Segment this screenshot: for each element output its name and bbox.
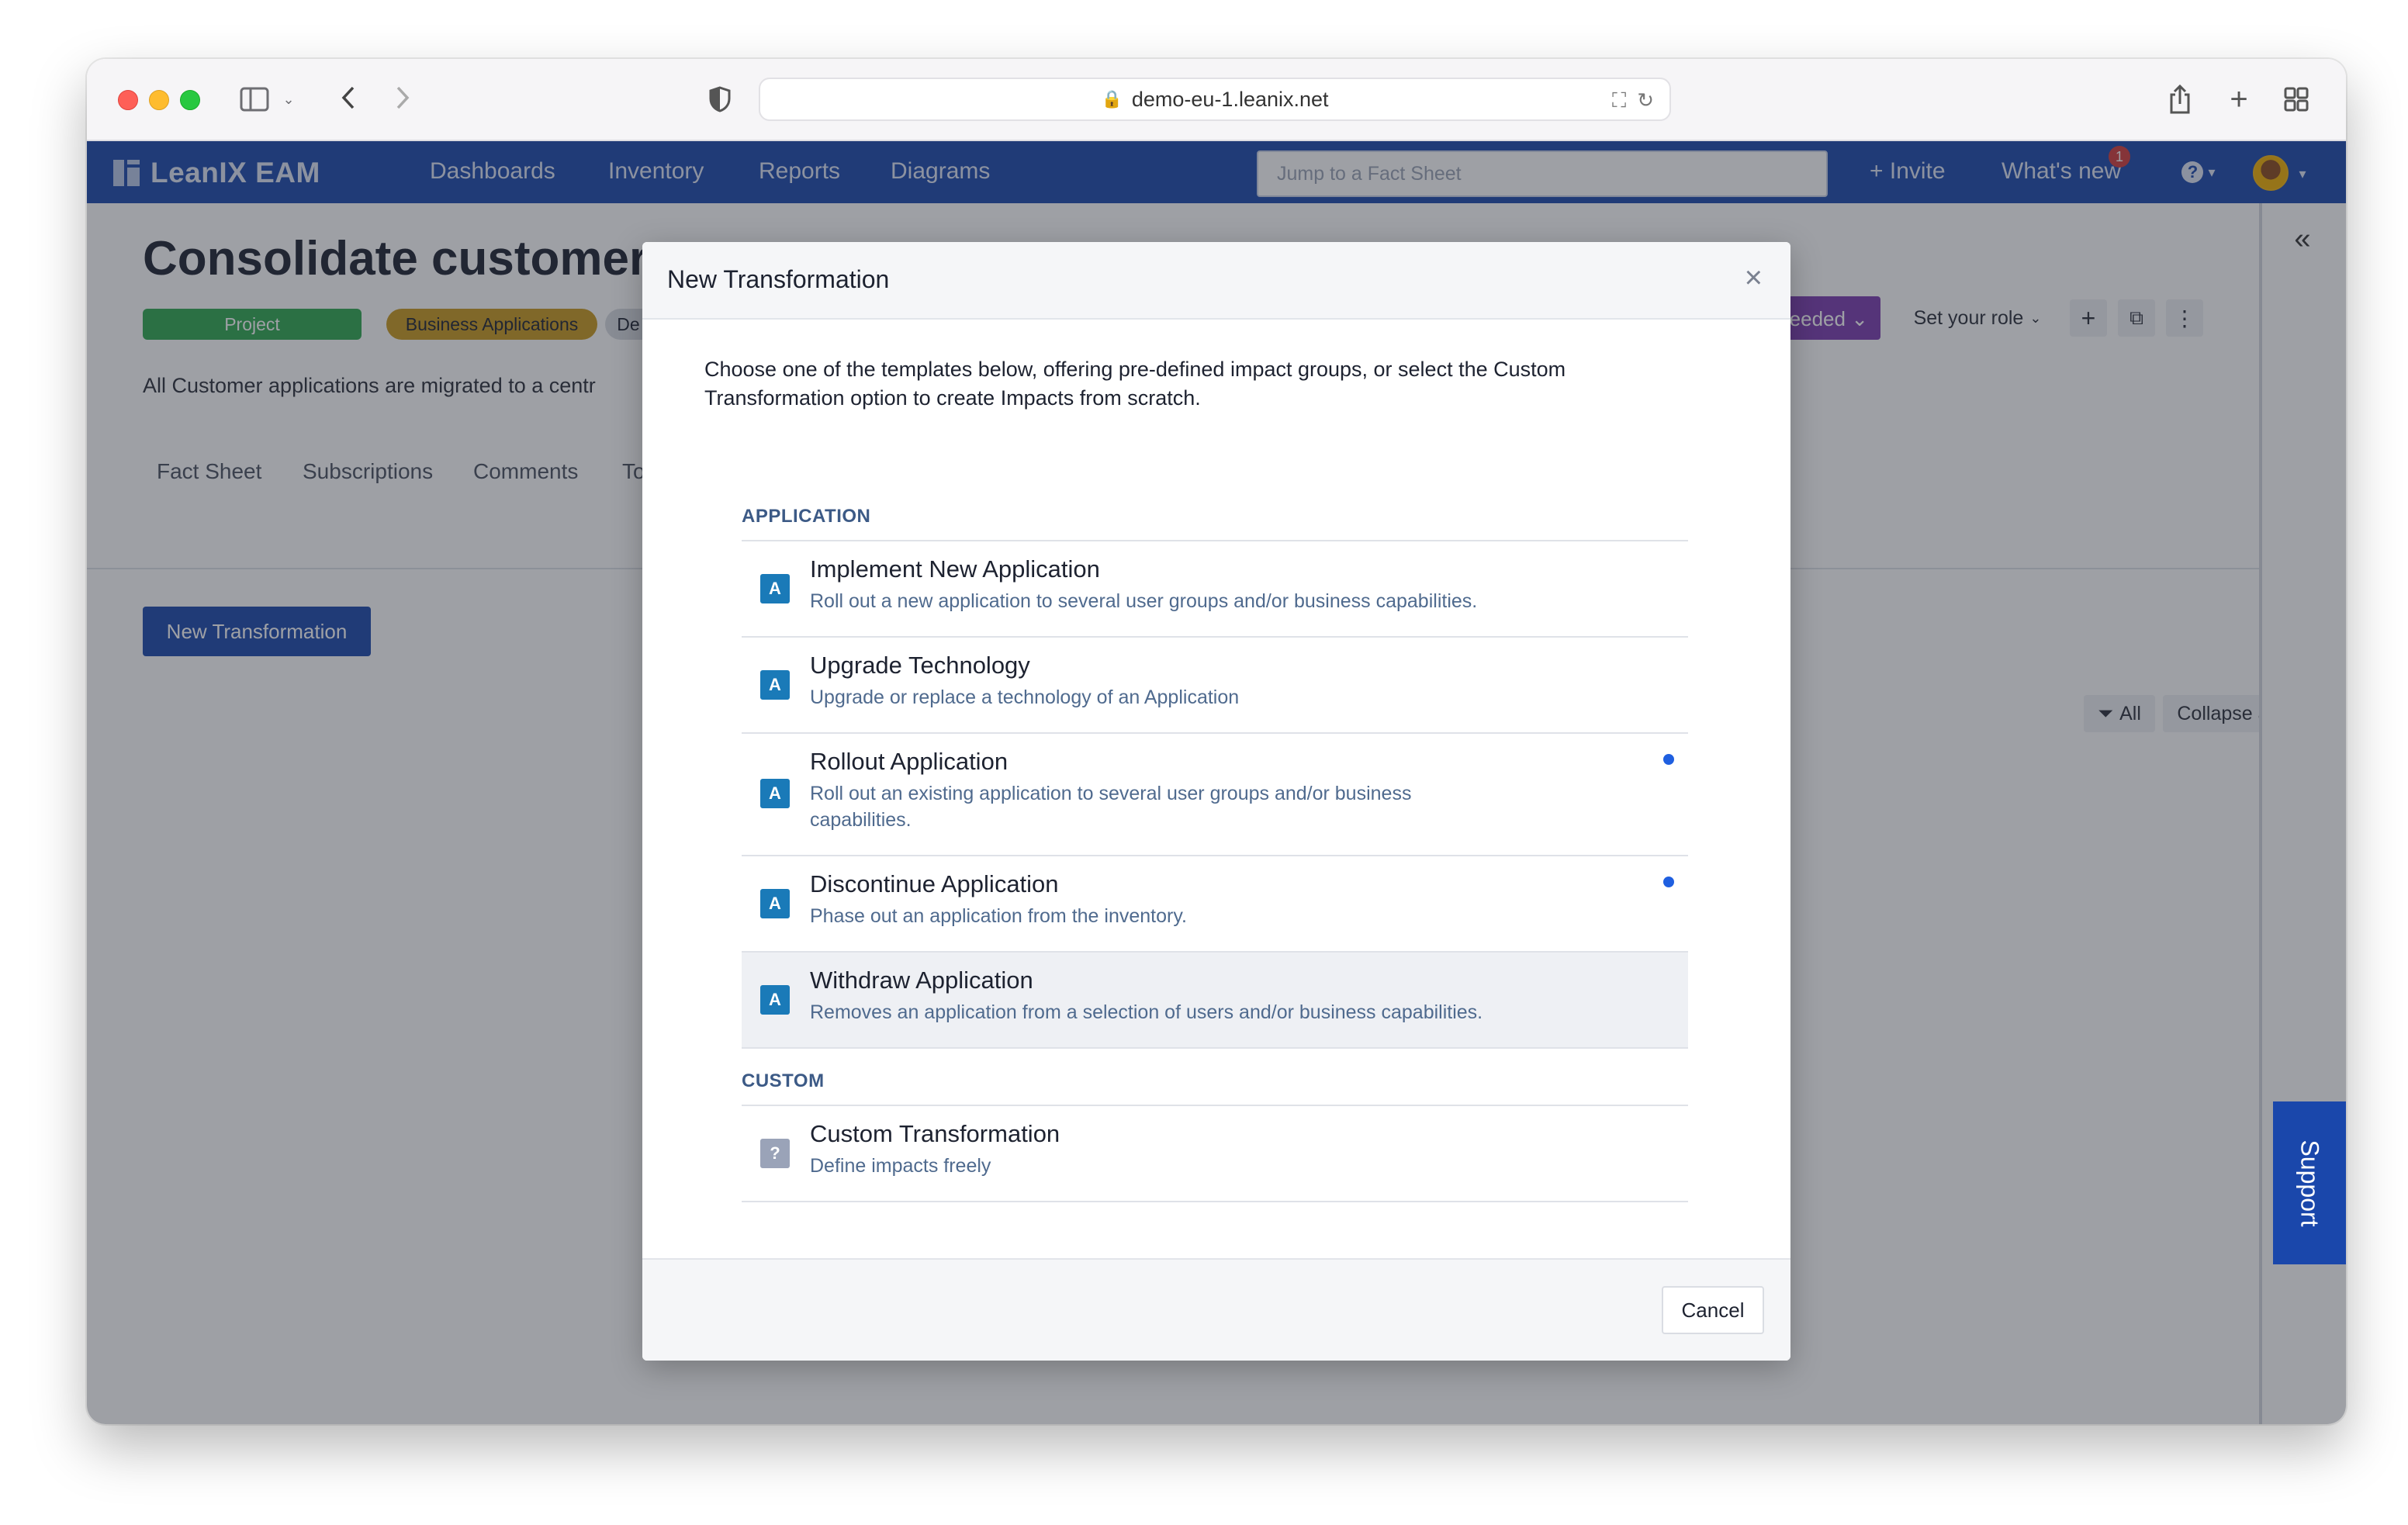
cancel-button[interactable]: Cancel xyxy=(1662,1286,1764,1334)
template-description: Phase out an application from the invent… xyxy=(810,905,1187,927)
template-description: Upgrade or replace a technology of an Ap… xyxy=(810,686,1240,708)
template-description: Roll out a new application to several us… xyxy=(810,590,1478,612)
url-text: demo-eu-1.leanix.net xyxy=(1131,87,1329,111)
template-description: Removes an application from a selection … xyxy=(810,1001,1483,1023)
template-discontinue-application[interactable]: A Discontinue Application Phase out an a… xyxy=(742,855,1688,951)
shield-icon[interactable] xyxy=(708,84,732,115)
close-icon[interactable]: × xyxy=(1745,262,1763,293)
lock-icon: 🔒 xyxy=(1101,89,1123,109)
forward-icon[interactable] xyxy=(391,82,414,113)
support-label: Support xyxy=(2296,1139,2324,1227)
application-icon: A xyxy=(760,985,790,1015)
section-label-custom: CUSTOM xyxy=(742,1070,825,1091)
browser-toolbar: ⌄ 🔒 demo-eu-1.leanix.net ⛶ ↻ + xyxy=(87,59,2346,141)
template-title: Implement New Application xyxy=(810,555,1100,583)
template-implement-new-application[interactable]: A Implement New Application Roll out a n… xyxy=(742,540,1688,636)
modal-intro-text: Choose one of the templates below, offer… xyxy=(704,358,1566,410)
support-tab[interactable]: Support xyxy=(2273,1101,2346,1264)
application-icon: A xyxy=(760,670,790,700)
browser-window: ⌄ 🔒 demo-eu-1.leanix.net ⛶ ↻ + LeanIX EA… xyxy=(87,59,2346,1424)
zoom-window-button[interactable] xyxy=(180,90,200,110)
modal-footer: Cancel xyxy=(642,1258,1790,1361)
template-title: Custom Transformation xyxy=(810,1120,1060,1147)
template-description: Roll out an existing application to seve… xyxy=(810,783,1412,831)
template-title: Upgrade Technology xyxy=(810,652,1030,679)
modal-title: New Transformation xyxy=(667,265,890,293)
chevron-down-icon[interactable]: ⌄ xyxy=(281,90,296,109)
new-indicator-dot xyxy=(1663,754,1674,765)
question-icon: ? xyxy=(760,1139,790,1168)
new-transformation-modal: New Transformation × Choose one of the t… xyxy=(642,242,1790,1361)
template-rollout-application[interactable]: A Rollout Application Roll out an existi… xyxy=(742,732,1688,855)
tab-overview-icon[interactable] xyxy=(2282,85,2310,113)
template-withdraw-application[interactable]: A Withdraw Application Removes an applic… xyxy=(742,951,1688,1047)
template-title: Rollout Application xyxy=(810,748,1009,775)
back-icon[interactable] xyxy=(337,82,360,113)
minimize-window-button[interactable] xyxy=(149,90,169,110)
sidebar-toggle-icon[interactable] xyxy=(239,85,270,113)
share-icon[interactable] xyxy=(2166,82,2194,116)
section-label-application: APPLICATION xyxy=(742,506,871,527)
modal-header: New Transformation × xyxy=(642,242,1790,320)
application-icon: A xyxy=(760,889,790,918)
template-description: Define impacts freely xyxy=(810,1155,991,1177)
list-divider xyxy=(742,1047,1688,1049)
translate-icon[interactable]: ⛶ xyxy=(1612,88,1626,113)
template-upgrade-technology[interactable]: A Upgrade Technology Upgrade or replace … xyxy=(742,636,1688,732)
application-icon: A xyxy=(760,574,790,603)
template-title: Withdraw Application xyxy=(810,967,1033,994)
close-window-button[interactable] xyxy=(118,90,138,110)
application-icon: A xyxy=(760,779,790,808)
new-tab-icon[interactable]: + xyxy=(2225,82,2253,116)
list-divider xyxy=(742,1201,1688,1202)
address-bar[interactable]: 🔒 demo-eu-1.leanix.net ⛶ ↻ xyxy=(759,78,1671,121)
new-indicator-dot xyxy=(1663,877,1674,887)
template-title: Discontinue Application xyxy=(810,870,1059,897)
reload-icon[interactable]: ↻ xyxy=(1637,88,1654,113)
template-custom-transformation[interactable]: ? Custom Transformation Define impacts f… xyxy=(742,1105,1688,1201)
